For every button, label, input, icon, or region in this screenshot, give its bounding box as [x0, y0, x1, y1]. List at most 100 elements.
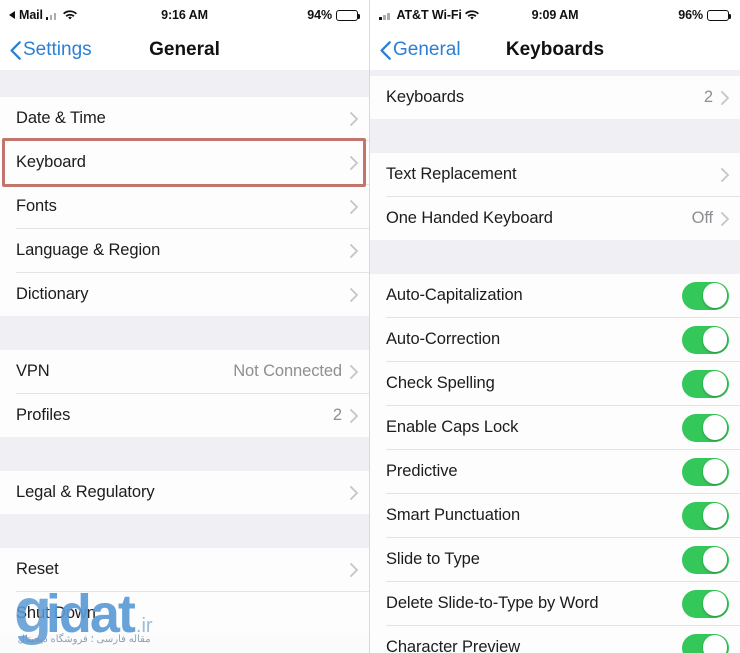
- list-item[interactable]: Keyboard: [0, 141, 369, 184]
- list-item[interactable]: Predictive: [370, 450, 740, 493]
- list-item-label: Auto-Correction: [386, 330, 501, 348]
- list-item-value: 2: [332, 406, 342, 424]
- list-item[interactable]: Dictionary: [0, 273, 369, 316]
- back-label: General: [393, 39, 461, 60]
- list-item-label: Predictive: [386, 462, 458, 480]
- status-back-app-label[interactable]: Mail: [19, 8, 43, 22]
- list-item-label: Dictionary: [16, 285, 89, 303]
- left-settings-list: Date & Time Keyboard Fonts Language & Regio…: [0, 70, 369, 635]
- toggle-knob: [702, 371, 728, 396]
- list-item[interactable]: Check Spelling: [370, 362, 740, 405]
- back-to-settings-button[interactable]: Settings: [10, 39, 92, 61]
- list-item[interactable]: Delete Slide-to-Type by Word: [370, 582, 740, 625]
- list-item[interactable]: Text Replacement: [370, 153, 740, 196]
- dual-screenshot-container: Mail 9:16 AM 94% Settings General Date &…: [0, 0, 740, 653]
- toggle-switch[interactable]: [682, 325, 729, 354]
- watermark-subtitle: مقاله فارسی ؛ فروشگاه دیجیتال: [17, 634, 151, 645]
- battery-percent-label: 96%: [678, 8, 703, 22]
- left-status-right-cluster: 94%: [184, 8, 361, 22]
- wifi-icon: [464, 9, 479, 21]
- left-status-bar: Mail 9:16 AM 94%: [0, 0, 369, 30]
- carrier-label: AT&T Wi-Fi: [396, 8, 462, 22]
- list-item-label: Smart Punctuation: [386, 506, 521, 524]
- toggle-knob: [702, 635, 728, 653]
- list-item[interactable]: One Handed Keyboard Off: [370, 197, 740, 240]
- settings-group: Auto-Capitalization Auto-Correction Check …: [370, 274, 740, 653]
- list-item-label: VPN: [16, 362, 50, 380]
- chevron-right-icon: [350, 364, 358, 379]
- list-item-label: Reset: [16, 560, 59, 578]
- list-item[interactable]: Language & Region: [0, 229, 369, 272]
- list-item[interactable]: Fonts: [0, 185, 369, 228]
- battery-icon: [707, 9, 732, 21]
- list-item-value: Off: [691, 209, 714, 227]
- right-phone-screen: AT&T Wi-Fi 9:09 AM 96% General Keyboards…: [370, 0, 740, 653]
- back-arrow-icon[interactable]: [9, 11, 15, 19]
- left-phone-screen: Mail 9:16 AM 94% Settings General Date &…: [0, 0, 370, 653]
- list-item-label: Check Spelling: [386, 374, 495, 392]
- list-item-label: Language & Region: [16, 241, 161, 259]
- wifi-icon: [63, 9, 78, 21]
- back-to-general-button[interactable]: General: [380, 39, 461, 61]
- section-gap: [370, 240, 740, 274]
- list-item-label: One Handed Keyboard: [386, 209, 553, 227]
- list-item[interactable]: Date & Time: [0, 97, 369, 140]
- list-item-label: Enable Caps Lock: [386, 418, 519, 436]
- chevron-left-icon: [380, 40, 391, 60]
- list-item[interactable]: Legal & Regulatory: [0, 471, 369, 514]
- toggle-knob: [702, 503, 728, 528]
- signal-bars-icon: [45, 11, 61, 20]
- list-item-label: Date & Time: [16, 109, 106, 127]
- toggle-knob: [702, 415, 728, 440]
- list-item-label: Text Replacement: [386, 165, 517, 183]
- toggle-switch[interactable]: [682, 413, 729, 442]
- list-item-value: Not Connected: [233, 362, 342, 380]
- right-nav-bar: General Keyboards: [370, 30, 740, 70]
- list-item[interactable]: Smart Punctuation: [370, 494, 740, 537]
- list-item[interactable]: Shut Down: [0, 592, 369, 635]
- list-item[interactable]: Character Preview: [370, 626, 740, 653]
- list-item[interactable]: Reset: [0, 548, 369, 591]
- toggle-switch[interactable]: [682, 501, 729, 530]
- settings-group: Date & Time Keyboard Fonts Language & Regio…: [0, 97, 369, 316]
- toggle-switch[interactable]: [682, 633, 729, 653]
- section-gap: [0, 514, 369, 548]
- toggle-switch[interactable]: [682, 369, 729, 398]
- list-item[interactable]: Enable Caps Lock: [370, 406, 740, 449]
- list-item[interactable]: VPN Not Connected: [0, 350, 369, 393]
- list-item-label: Profiles: [16, 406, 71, 424]
- right-settings-list: Keyboards 2 Text Replacement One Handed Key…: [370, 70, 740, 653]
- list-item[interactable]: Slide to Type: [370, 538, 740, 581]
- toggle-knob: [702, 459, 728, 484]
- signal-bars-icon: [379, 11, 394, 20]
- settings-group: Keyboards 2: [370, 76, 740, 119]
- toggle-switch[interactable]: [682, 589, 729, 618]
- toggle-switch[interactable]: [682, 457, 729, 486]
- section-gap: [0, 316, 369, 350]
- section-gap: [370, 119, 740, 153]
- section-gap: [0, 437, 369, 471]
- right-status-left-cluster: AT&T Wi-Fi: [379, 8, 554, 22]
- toggle-switch[interactable]: [682, 281, 729, 310]
- chevron-right-icon: [721, 211, 729, 226]
- battery-percent-label: 94%: [307, 8, 332, 22]
- toggle-knob: [702, 327, 728, 352]
- toggle-knob: [702, 591, 728, 616]
- list-item-label: Keyboards: [386, 88, 464, 106]
- settings-group: VPN Not Connected Profiles 2: [0, 350, 369, 437]
- chevron-right-icon: [350, 562, 358, 577]
- list-item-label: Slide to Type: [386, 550, 480, 568]
- back-label: Settings: [23, 39, 92, 60]
- list-item-label: Delete Slide-to-Type by Word: [386, 594, 599, 612]
- battery-icon: [336, 9, 361, 21]
- list-item[interactable]: Profiles 2: [0, 394, 369, 437]
- list-item[interactable]: Auto-Correction: [370, 318, 740, 361]
- settings-group: Legal & Regulatory: [0, 471, 369, 514]
- toggle-switch[interactable]: [682, 545, 729, 574]
- chevron-right-icon: [350, 485, 358, 500]
- chevron-right-icon: [721, 167, 729, 182]
- list-item[interactable]: Auto-Capitalization: [370, 274, 740, 317]
- list-item[interactable]: Keyboards 2: [370, 76, 740, 119]
- list-item-label: Keyboard: [16, 153, 86, 171]
- right-status-bar: AT&T Wi-Fi 9:09 AM 96%: [370, 0, 740, 30]
